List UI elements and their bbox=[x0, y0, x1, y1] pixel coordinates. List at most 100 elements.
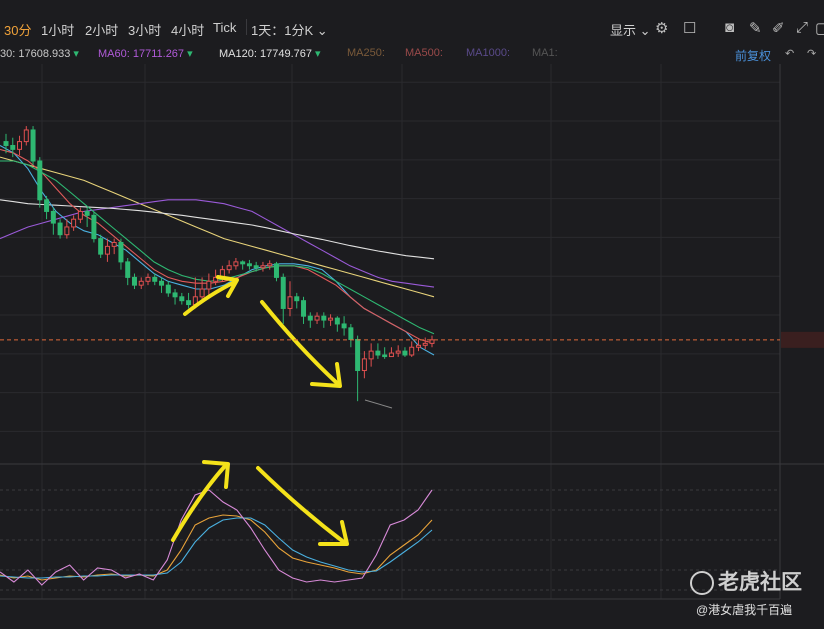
candle-body bbox=[409, 346, 415, 356]
interval-select[interactable]: 1天：1分K ⌄ bbox=[251, 20, 328, 39]
candle-body bbox=[98, 238, 104, 255]
candle-body bbox=[37, 160, 43, 201]
ma250-legend: MA250: bbox=[347, 47, 385, 59]
timeframe-tick[interactable]: Tick bbox=[213, 20, 236, 35]
candle-body bbox=[152, 276, 158, 282]
candle-body bbox=[17, 141, 23, 150]
candle-body bbox=[429, 339, 435, 344]
interval-select-label: 1天：1分K bbox=[251, 23, 314, 38]
hand-drawn-arrows bbox=[171, 275, 349, 546]
candle-body bbox=[368, 350, 374, 360]
undo-icon[interactable]: ↶ bbox=[785, 47, 794, 60]
candle-body bbox=[415, 344, 421, 348]
window-icon[interactable]: ▢ bbox=[815, 19, 824, 37]
candle-body bbox=[23, 129, 29, 143]
price-chart[interactable] bbox=[0, 64, 824, 629]
candle-body bbox=[84, 210, 90, 216]
chart-grid bbox=[0, 64, 824, 600]
candle-body bbox=[50, 210, 56, 224]
candle-body bbox=[71, 218, 77, 228]
candle-body bbox=[226, 265, 232, 271]
candle-body bbox=[301, 300, 307, 317]
timeframe-1h[interactable]: 1小时 bbox=[41, 20, 74, 39]
candle-body bbox=[125, 261, 131, 278]
square-icon[interactable]: ☐ bbox=[683, 19, 696, 37]
adjust-toggle[interactable]: 前复权 bbox=[735, 47, 771, 64]
ma1-legend: MA1: bbox=[532, 47, 558, 59]
toolbar-divider bbox=[246, 19, 247, 35]
candle-body bbox=[388, 352, 394, 358]
candle-body bbox=[104, 245, 110, 255]
candle-body bbox=[179, 296, 185, 302]
candle-body bbox=[361, 358, 367, 372]
ma60-line bbox=[0, 199, 435, 288]
candle-body bbox=[159, 280, 165, 286]
candle-body bbox=[44, 199, 50, 212]
camera-icon[interactable]: ◙ bbox=[725, 19, 734, 36]
candle-body bbox=[294, 296, 300, 302]
ma500-legend: MA500: bbox=[405, 47, 443, 59]
candle-body bbox=[186, 300, 192, 306]
candle-body bbox=[375, 350, 381, 356]
candle-body bbox=[341, 323, 347, 329]
timeframe-4h[interactable]: 4小时 bbox=[171, 20, 204, 39]
tiger-logo-icon bbox=[690, 571, 714, 596]
candle-body bbox=[199, 288, 205, 298]
pencil-icon[interactable]: ✐ bbox=[772, 19, 785, 37]
candle-body bbox=[287, 296, 293, 309]
display-menu[interactable]: 显示 ⌄ bbox=[610, 20, 651, 39]
ma10-line bbox=[0, 148, 435, 344]
candle-body bbox=[246, 263, 252, 267]
candle-body bbox=[118, 241, 124, 263]
edit-icon[interactable]: ✎ bbox=[749, 19, 762, 37]
candle-body bbox=[382, 354, 388, 358]
candle-body bbox=[348, 327, 354, 340]
candle-body bbox=[422, 342, 428, 346]
chart-toolbar: 30分 1小时 2小时 3小时 4小时 Tick 1天：1分K ⌄ 显示 ⌄ ⚙… bbox=[0, 0, 824, 42]
ma1000-legend: MA1000: bbox=[466, 47, 511, 59]
candle-body bbox=[10, 144, 16, 150]
ma-legend-bar: 30: 17608.933 ▾ MA60: 17711.267 ▾ MA120:… bbox=[0, 42, 824, 64]
candle-body bbox=[91, 214, 97, 240]
kdj-j-line bbox=[0, 489, 433, 586]
fullscreen-icon[interactable]: ⤢ bbox=[796, 19, 808, 36]
brand-watermark: 老虎社区 bbox=[690, 566, 802, 596]
low-marker-line bbox=[364, 399, 393, 409]
candle-body bbox=[307, 315, 313, 321]
candle-body bbox=[172, 292, 178, 298]
timeframe-3h[interactable]: 3小时 bbox=[128, 20, 161, 39]
ma-lines bbox=[0, 145, 435, 356]
candle-body bbox=[260, 265, 266, 269]
ma60-legend: MA60: 17711.267 ▾ bbox=[98, 48, 193, 60]
candle-body bbox=[253, 265, 259, 269]
candle-body bbox=[145, 276, 151, 282]
redo-icon[interactable]: ↷ bbox=[807, 47, 816, 60]
candle-body bbox=[355, 338, 361, 372]
candle-body bbox=[111, 241, 117, 247]
candle-body bbox=[30, 129, 36, 162]
down-arrow-stroke bbox=[260, 300, 340, 386]
candle-body bbox=[321, 315, 327, 321]
author-handle: @港女虐我千百遍 bbox=[696, 603, 793, 617]
candle-body bbox=[334, 317, 340, 325]
candlesticks bbox=[3, 126, 435, 402]
candle-body bbox=[233, 261, 239, 267]
ma20-line bbox=[0, 160, 435, 335]
current-price-box bbox=[781, 331, 824, 348]
candle-body bbox=[267, 263, 273, 267]
candle-body bbox=[3, 141, 9, 146]
candle-body bbox=[64, 226, 70, 236]
timeframe-2h[interactable]: 2小时 bbox=[85, 20, 118, 39]
ma5-line bbox=[0, 145, 435, 356]
ma30-legend: 30: 17608.933 ▾ bbox=[0, 48, 79, 60]
brand-name: 老虎社区 bbox=[718, 571, 802, 594]
candle-body bbox=[402, 350, 408, 356]
gear-icon[interactable]: ⚙ bbox=[655, 19, 668, 37]
candle-body bbox=[280, 276, 286, 309]
candle-body bbox=[138, 280, 144, 286]
kdj-down-arrow-stroke bbox=[256, 466, 347, 545]
kdj-indicator bbox=[0, 489, 780, 591]
kdj-up-arrow-stroke bbox=[171, 464, 227, 542]
candle-body bbox=[314, 315, 320, 321]
timeframe-30m[interactable]: 30分 bbox=[4, 20, 31, 39]
